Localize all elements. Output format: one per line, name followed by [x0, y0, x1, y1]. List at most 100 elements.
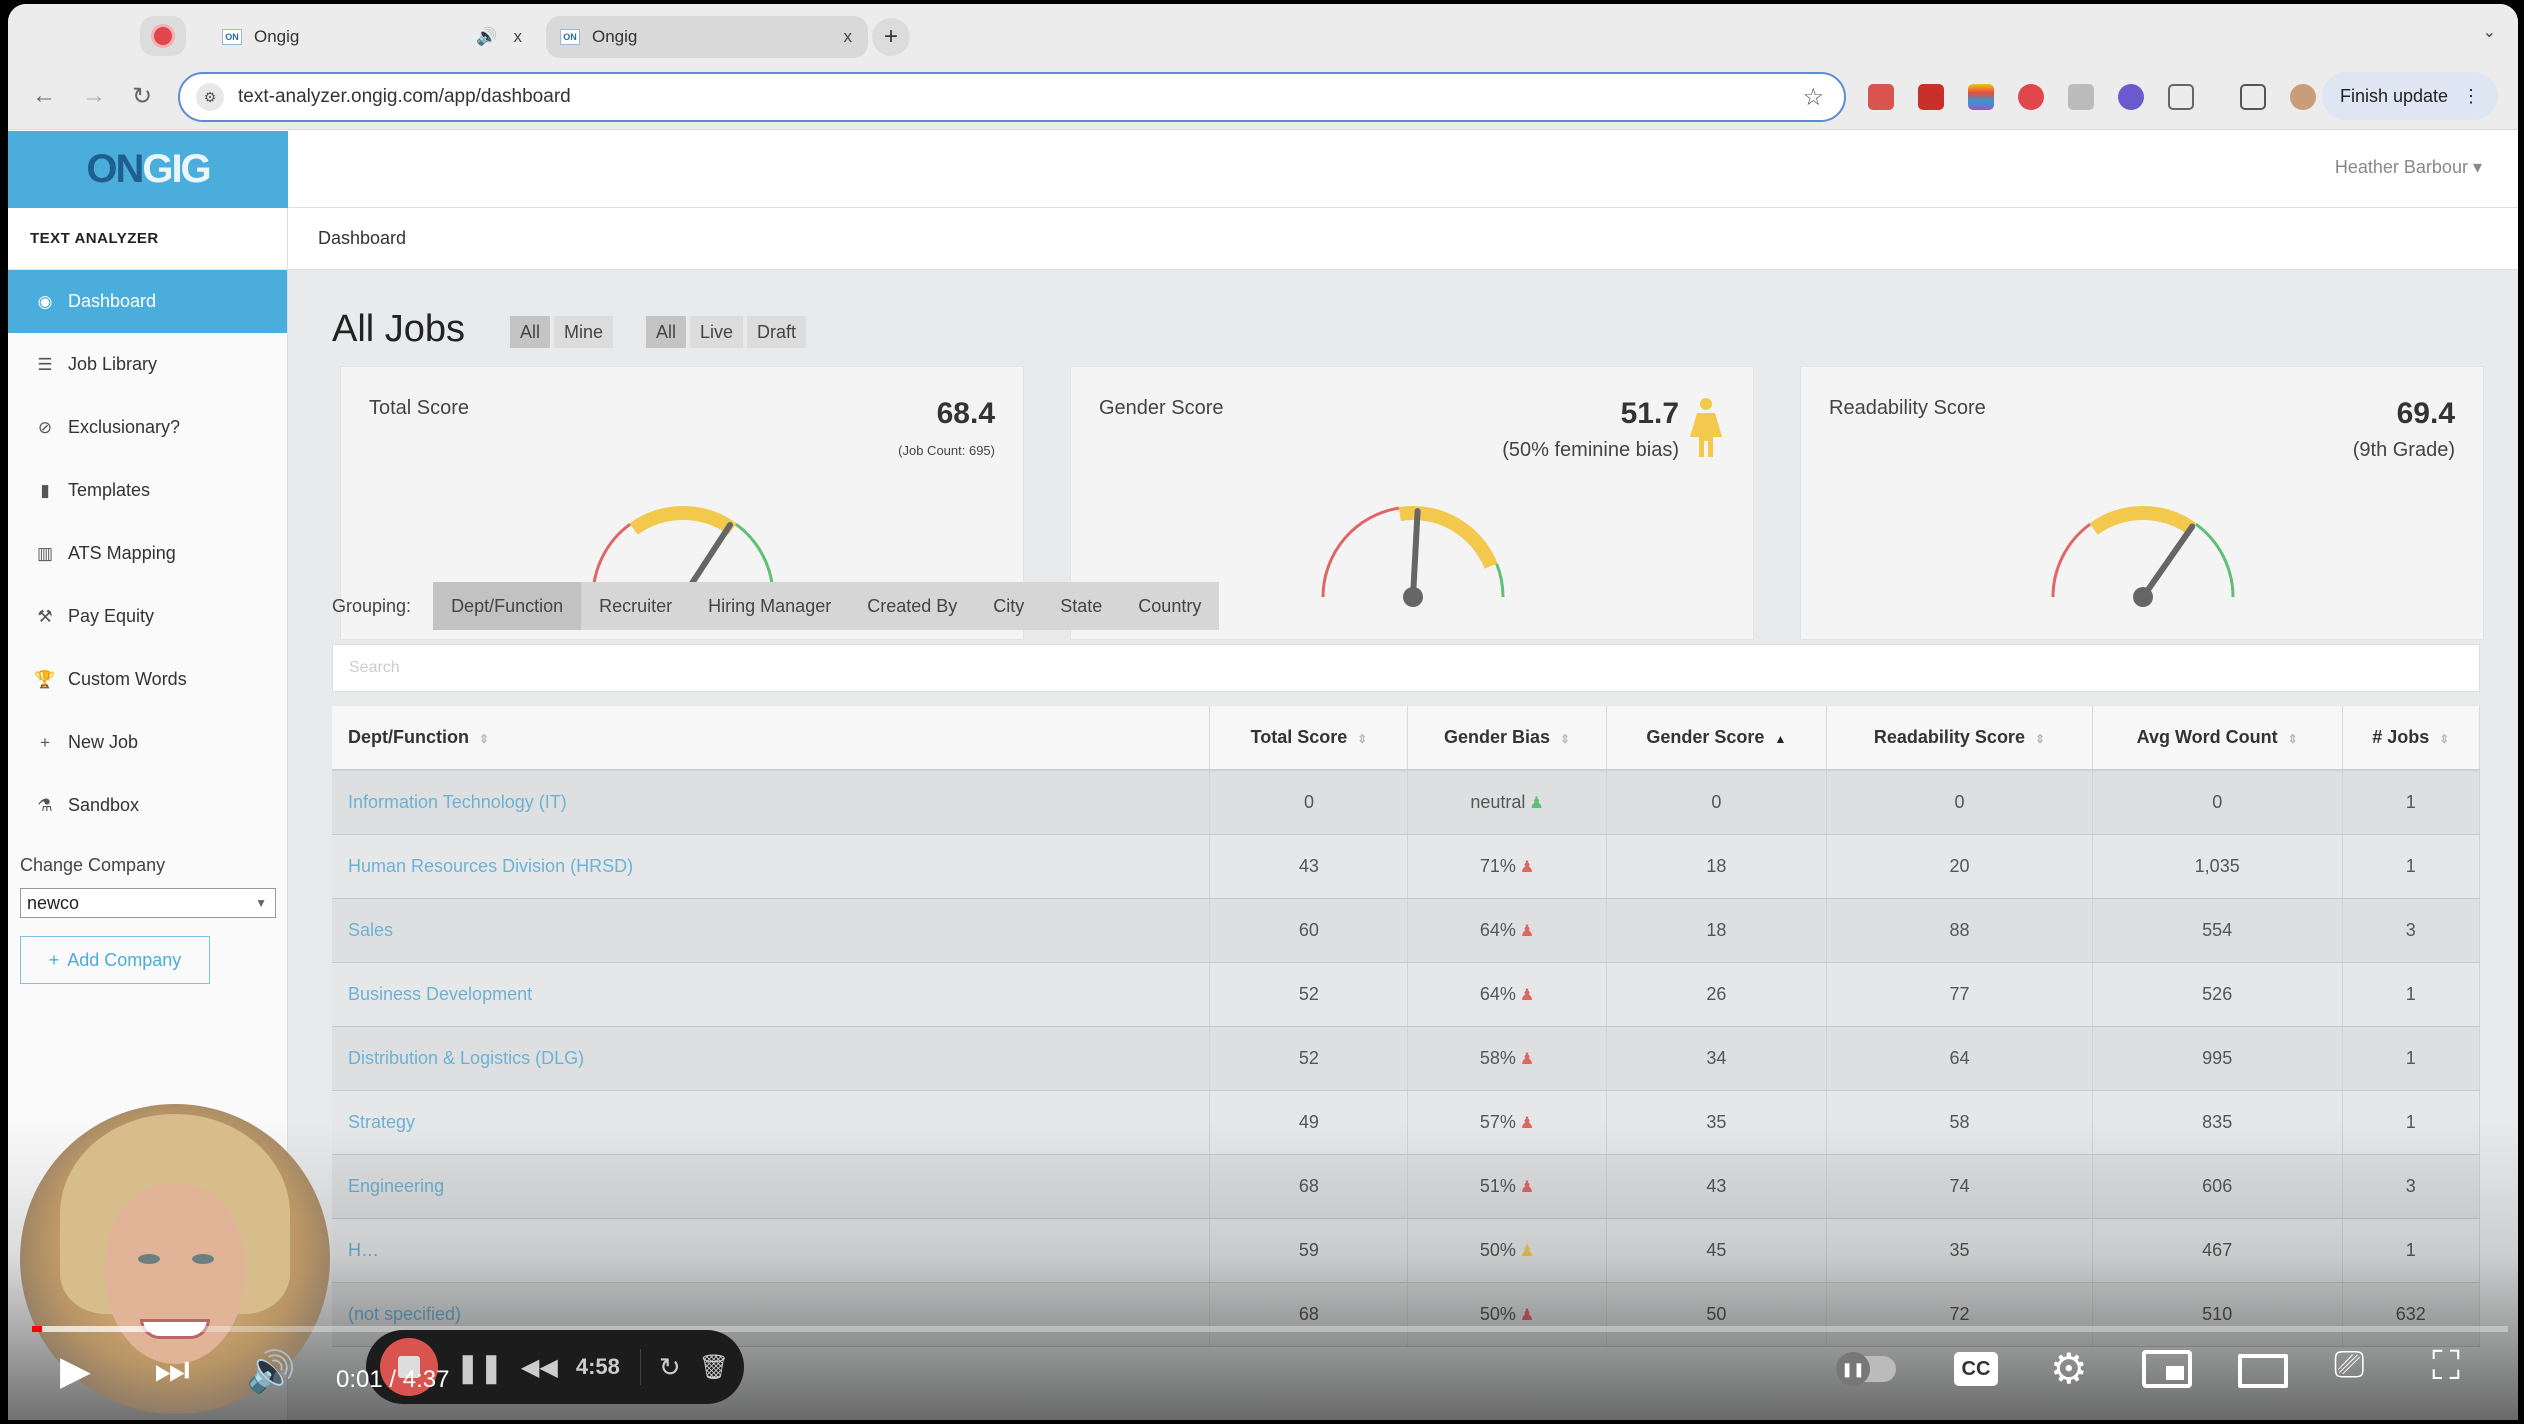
play-icon[interactable]: ▶: [60, 1348, 91, 1394]
reload-icon[interactable]: ↻: [132, 82, 152, 111]
speaker-icon[interactable]: 🔊: [476, 27, 497, 47]
column-header-gender-score[interactable]: Gender Score ▲: [1606, 706, 1828, 771]
grouping-tab-country[interactable]: Country: [1120, 582, 1219, 630]
sort-icon[interactable]: ⇕: [2035, 732, 2045, 746]
status-filter-all[interactable]: All: [646, 316, 687, 348]
grouping-tab-city[interactable]: City: [975, 582, 1042, 630]
extension-screen-icon[interactable]: [1918, 84, 1944, 110]
extension-gear-icon[interactable]: [2118, 84, 2144, 110]
sidebar-item-custom-words[interactable]: 🏆 Custom Words: [8, 648, 287, 711]
status-filter-draft[interactable]: Draft: [747, 316, 807, 348]
extension-off-icon[interactable]: [1868, 84, 1894, 110]
tab-ongig-2[interactable]: ON Ongig x: [546, 16, 868, 58]
gender-score-gauge: [1321, 506, 1505, 607]
sidebar-item-new-job[interactable]: + New Job: [8, 711, 287, 774]
extension-camera-icon[interactable]: [2068, 84, 2094, 110]
next-video-icon[interactable]: ⏭: [154, 1348, 190, 1393]
dept-link[interactable]: Distribution & Logistics (DLG): [348, 1048, 584, 1068]
search-input[interactable]: Search: [332, 644, 2480, 692]
sidebar-item-ats-mapping[interactable]: ▥ ATS Mapping: [8, 522, 287, 585]
ongig-logo[interactable]: ON GIG: [8, 131, 288, 208]
volume-icon[interactable]: 🔊: [246, 1348, 296, 1395]
grouping-tab-hiring-manager[interactable]: Hiring Manager: [690, 582, 849, 630]
side-panel-icon[interactable]: [2240, 84, 2266, 110]
new-tab-button[interactable]: +: [872, 18, 910, 56]
profile-avatar-icon[interactable]: [2290, 84, 2316, 110]
extension-eraser-icon[interactable]: [2018, 84, 2044, 110]
sidebar-item-templates[interactable]: ▮ Templates: [8, 459, 287, 522]
bookmark-star-icon[interactable]: ☆: [1802, 83, 1824, 112]
site-settings-icon[interactable]: ⚙: [196, 83, 224, 111]
status-filter-live[interactable]: Live: [690, 316, 744, 348]
sidebar-item-pay-equity[interactable]: ⚒ Pay Equity: [8, 585, 287, 648]
cast-icon[interactable]: ⎚: [2334, 1344, 2364, 1387]
table-row: Strategy 49 57% ♟ 35 58 835 1: [332, 1090, 2481, 1155]
tab-search-chevron-icon[interactable]: ⌄: [2483, 22, 2496, 42]
captions-button[interactable]: CC: [1954, 1352, 1998, 1386]
owner-filter-mine[interactable]: Mine: [554, 316, 614, 348]
dept-link[interactable]: H…: [348, 1240, 379, 1260]
column-header-total-score[interactable]: Total Score ⇕: [1209, 706, 1409, 771]
sidebar-item-job-library[interactable]: ☰ Job Library: [8, 333, 287, 396]
record-button[interactable]: [140, 16, 186, 56]
sort-icon[interactable]: ⇕: [2288, 732, 2298, 746]
column-header-jobs[interactable]: # Jobs ⇕: [2342, 706, 2481, 771]
dept-link[interactable]: Human Resources Division (HRSD): [348, 856, 633, 876]
dept-link[interactable]: Sales: [348, 920, 393, 940]
settings-gear-icon[interactable]: ⚙: [2050, 1344, 2088, 1393]
kebab-menu-icon[interactable]: ⋮: [2462, 86, 2480, 107]
address-bar[interactable]: ⚙ text-analyzer.ongig.com/app/dashboard …: [178, 72, 1846, 122]
cell-gender: 0: [1606, 770, 1828, 835]
sort-icon[interactable]: ⇕: [479, 732, 489, 746]
url-text[interactable]: text-analyzer.ongig.com/app/dashboard: [238, 86, 1802, 108]
close-tab-icon[interactable]: x: [844, 27, 853, 47]
extension-color-icon[interactable]: [1968, 84, 1994, 110]
cell-bias: 51% ♟: [1407, 1154, 1607, 1219]
sidebar-item-exclusionary[interactable]: ⊘ Exclusionary?: [8, 396, 287, 459]
cell-words: 1,035: [2092, 834, 2343, 899]
autoplay-toggle[interactable]: ❚❚: [1836, 1352, 1896, 1386]
sort-icon[interactable]: ⇕: [1357, 732, 1367, 746]
dept-link[interactable]: (not specified): [348, 1304, 461, 1324]
sort-icon[interactable]: ⇕: [1560, 732, 1570, 746]
miniplayer-icon[interactable]: [2142, 1350, 2192, 1388]
card-value: 68.4: [936, 397, 995, 430]
column-header-avg-word-count[interactable]: Avg Word Count ⇕: [2092, 706, 2343, 771]
close-tab-icon[interactable]: x: [514, 27, 523, 47]
owner-filter-all[interactable]: All: [510, 316, 551, 348]
cell-bias: 58% ♟: [1407, 1026, 1607, 1091]
sidebar-item-sandbox[interactable]: ⚗ Sandbox: [8, 774, 287, 837]
cell-value: 57%: [1479, 1111, 1516, 1132]
column-header-dept-function[interactable]: Dept/Function ⇕: [332, 706, 1211, 771]
back-icon[interactable]: ←: [32, 82, 56, 110]
finish-update-button[interactable]: Finish update ⋮: [2322, 72, 2498, 120]
tab-ongig-1[interactable]: ON Ongig 🔊 x: [208, 16, 538, 58]
cell-dept: Business Development: [332, 962, 1211, 1027]
sort-icon[interactable]: ⇕: [2439, 732, 2449, 746]
grouping-tab-dept-function[interactable]: Dept/Function: [433, 582, 582, 630]
user-menu[interactable]: Heather Barbour ▾: [2335, 157, 2482, 178]
tab-title: Ongig: [592, 27, 638, 46]
cell-total: 59: [1209, 1218, 1409, 1283]
column-header-gender-bias[interactable]: Gender Bias ⇕: [1407, 706, 1607, 771]
extensions-puzzle-icon[interactable]: [2168, 84, 2194, 110]
dept-link[interactable]: Strategy: [348, 1112, 415, 1132]
pay-equity-icon: ⚒: [37, 606, 53, 626]
dept-link[interactable]: Information Technology (IT): [348, 792, 567, 812]
cell-value: 835: [2202, 1111, 2233, 1132]
theater-mode-icon[interactable]: [2238, 1354, 2288, 1388]
forward-icon[interactable]: →: [82, 82, 106, 110]
sort-ascending-icon[interactable]: ▲: [1774, 732, 1786, 746]
dept-link[interactable]: Engineering: [348, 1176, 444, 1196]
breadcrumb-dashboard[interactable]: Dashboard: [318, 228, 406, 249]
fullscreen-icon[interactable]: ⛶: [2432, 1344, 2460, 1389]
grouping-tab-state[interactable]: State: [1042, 582, 1120, 630]
add-company-button[interactable]: + Add Company: [20, 936, 210, 984]
cell-total: 68: [1209, 1154, 1409, 1219]
column-header-readability-score[interactable]: Readability Score ⇕: [1826, 706, 2093, 771]
grouping-tab-created-by[interactable]: Created By: [849, 582, 975, 630]
dept-link[interactable]: Business Development: [348, 984, 532, 1004]
company-select[interactable]: newco ▼: [20, 888, 276, 918]
sidebar-item-dashboard[interactable]: ◉ Dashboard: [8, 270, 287, 333]
grouping-tab-recruiter[interactable]: Recruiter: [581, 582, 690, 630]
